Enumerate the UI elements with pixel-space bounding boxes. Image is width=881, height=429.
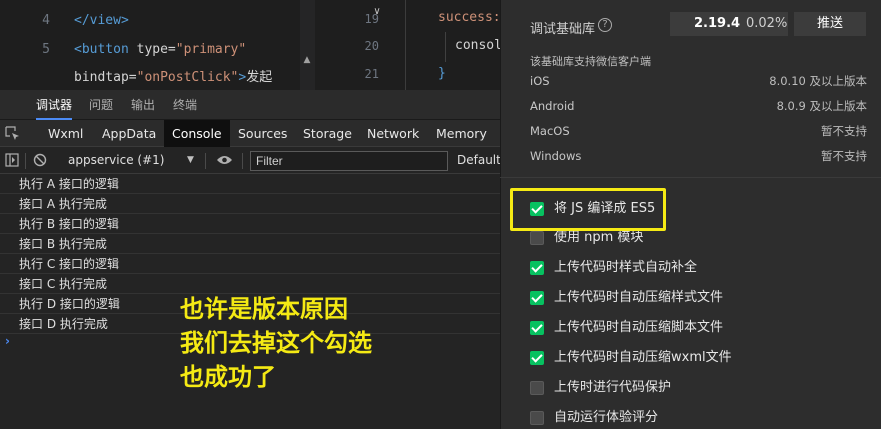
checkbox-checked[interactable] <box>530 351 544 365</box>
panel-tab-storage[interactable]: Storage <box>303 120 352 147</box>
tab-terminal[interactable]: 终端 <box>173 90 197 120</box>
annotation-line: 也许是版本原因 <box>180 295 348 323</box>
option-label: 上传代码时样式自动补全 <box>554 260 698 275</box>
support-note: 该基础库支持微信客户端 <box>530 55 651 68</box>
editor-divider <box>405 0 406 90</box>
code-token: bindtap= <box>74 70 137 85</box>
help-icon[interactable]: ? <box>598 18 612 32</box>
chevron-down-icon[interactable]: ∨ <box>370 6 384 18</box>
toolbar-divider <box>25 153 26 169</box>
console-message: 接口 B 执行完成 <box>0 234 500 254</box>
checkbox-unchecked[interactable] <box>530 411 544 425</box>
devtools-tab-bar: 调试器 问题 输出 终端 <box>0 90 500 120</box>
line-number: 21 <box>364 67 379 81</box>
console-message: 执行 B 接口的逻辑 <box>0 214 500 234</box>
dropdown-arrow-icon[interactable]: ▼ <box>187 147 194 174</box>
os-support-row: Android 8.0.9 及以上版本 <box>530 96 867 116</box>
code-text: </view> <box>74 8 129 34</box>
console-message: 执行 A 接口的逻辑 <box>0 174 500 194</box>
option-label: 自动运行体验评分 <box>554 410 659 425</box>
line-number: 5 <box>42 42 50 57</box>
option-label: 上传时进行代码保护 <box>554 380 672 395</box>
code-token: consol <box>455 38 502 53</box>
os-name: Android <box>530 99 575 113</box>
code-token: type= <box>136 42 176 57</box>
os-version: 8.0.10 及以上版本 <box>769 74 867 88</box>
code-text: bindtap="onPostClick">发起 <box>74 65 272 90</box>
debug-lib-label: 调试基础库 <box>530 22 596 37</box>
annotation-line: 我们去掉这个勾选 <box>180 329 372 357</box>
panel-tab-sources[interactable]: Sources <box>238 120 287 147</box>
checkbox-unchecked[interactable] <box>530 231 544 245</box>
context-select[interactable]: appservice (#1) <box>68 147 164 174</box>
code-line: 5 <button type="primary" <box>0 37 300 63</box>
os-support-row: iOS 8.0.10 及以上版本 <box>530 71 867 91</box>
tab-debugger[interactable]: 调试器 <box>36 90 73 120</box>
panel-tab-network[interactable]: Network <box>367 120 419 147</box>
code-token: } <box>438 66 446 81</box>
push-button[interactable]: 推送 <box>794 12 866 36</box>
code-token: <button <box>74 42 137 57</box>
eye-icon[interactable] <box>216 154 233 166</box>
code-line: 4 </view> <box>0 8 300 34</box>
line-number: 20 <box>364 39 379 53</box>
filter-input[interactable] <box>250 151 448 171</box>
os-version: 暂不支持 <box>821 124 867 138</box>
console-message: 接口 C 执行完成 <box>0 274 500 294</box>
console-message: 接口 A 执行完成 <box>0 194 500 214</box>
console-message: 执行 C 接口的逻辑 <box>0 254 500 274</box>
section-divider <box>500 177 881 178</box>
lib-version-value: 2.19.4 <box>694 16 741 31</box>
checkbox-checked[interactable] <box>530 261 544 275</box>
annotation-line: 也成功了 <box>180 363 276 391</box>
panel-tab-memory[interactable]: Memory <box>436 120 487 147</box>
clear-console-icon[interactable] <box>33 153 47 167</box>
annotation-text: 也许是版本原因 我们去掉这个勾选 也成功了 <box>180 292 480 394</box>
code-token: "onPostClick" <box>136 70 239 85</box>
os-support-row: Windows 暂不支持 <box>530 146 867 166</box>
code-editor[interactable]: 4 </view> 5 <button type="primary" bindt… <box>0 0 300 90</box>
tab-issues[interactable]: 问题 <box>89 90 113 120</box>
indent-guide <box>445 32 446 62</box>
panel-tab-bar: Wxml AppData Console Sources Storage Net… <box>0 120 500 147</box>
os-version: 8.0.9 及以上版本 <box>776 99 867 113</box>
sidebar-toggle-icon[interactable] <box>5 153 19 167</box>
checkbox-checked[interactable] <box>530 291 544 305</box>
panel-tab-appdata[interactable]: AppData <box>102 120 156 147</box>
code-line: bindtap="onPostClick">发起 <box>0 65 300 90</box>
lib-usage-percent: 0.02% <box>746 16 788 31</box>
panel-tab-console[interactable]: Console <box>164 120 230 147</box>
os-support-row: MacOS 暂不支持 <box>530 121 867 141</box>
os-name: MacOS <box>530 124 570 138</box>
option-label: 上传代码时自动压缩脚本文件 <box>554 320 724 335</box>
code-token: "primary" <box>175 42 247 57</box>
inspect-element-icon[interactable] <box>5 126 20 141</box>
option-label: 将 JS 编译成 ES5 <box>554 201 656 216</box>
checkbox-checked[interactable] <box>530 202 544 216</box>
option-label: 上传代码时自动压缩样式文件 <box>554 290 724 305</box>
code-token: </view> <box>74 13 129 28</box>
editor-scrollbar[interactable] <box>300 0 315 90</box>
line-number: 4 <box>42 13 50 28</box>
toolbar-divider <box>205 153 206 169</box>
code-token: success: <box>438 10 501 25</box>
console-prompt[interactable]: › <box>5 334 10 348</box>
panel-tab-wxml[interactable]: Wxml <box>48 120 83 147</box>
os-name: iOS <box>530 74 550 88</box>
checkbox-checked[interactable] <box>530 321 544 335</box>
option-label: 上传代码时自动压缩wxml文件 <box>554 350 732 365</box>
toolbar-divider <box>242 153 243 169</box>
os-name: Windows <box>530 149 582 163</box>
checkbox-unchecked[interactable] <box>530 381 544 395</box>
option-label: 使用 npm 模块 <box>554 230 644 245</box>
triangle-up-icon[interactable]: ▲ <box>301 56 313 65</box>
code-token: 发起 <box>246 70 273 85</box>
code-text: <button type="primary" <box>74 37 246 63</box>
os-version: 暂不支持 <box>821 149 867 163</box>
log-level-select[interactable]: Default <box>457 147 501 174</box>
tab-output[interactable]: 输出 <box>131 90 155 120</box>
